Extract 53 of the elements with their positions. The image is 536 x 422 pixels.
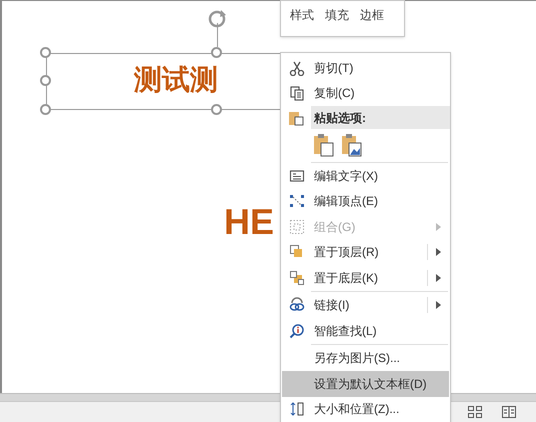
menu-item[interactable]: 置于底层(K) — [282, 265, 449, 290]
menu-item-label: 编辑文字(X) — [313, 168, 379, 185]
menu-item-label: 组合(G) — [313, 218, 356, 236]
clipboard-icon — [288, 110, 304, 126]
menu-item-label: 智能查找(L) — [313, 322, 378, 340]
menu-item-label: 链接(I) — [313, 297, 350, 314]
menu-item[interactable]: 编辑顶点(E) — [282, 188, 449, 214]
menu-item-label: 置于顶层(R) — [313, 244, 380, 262]
menu-item[interactable]: 复制(C) — [282, 80, 449, 106]
resize-handle[interactable] — [40, 47, 51, 58]
paste-options-header: 粘贴选项: — [311, 106, 450, 129]
resize-handle[interactable] — [211, 104, 222, 115]
submenu-arrow-icon — [436, 301, 441, 310]
menu-item[interactable]: 设置为默认文本框(D) — [282, 371, 449, 396]
text-box-icon — [289, 168, 305, 184]
title-text: 测试测 — [134, 62, 218, 98]
reading-view-icon[interactable] — [502, 406, 516, 418]
menu-item-label: 编辑顶点(E) — [313, 193, 379, 210]
menu-item[interactable]: 大小和位置(Z)... — [282, 396, 449, 422]
size-position-icon — [289, 401, 305, 418]
menu-item[interactable]: 智能查找(L) — [282, 318, 449, 344]
toolbar-button[interactable]: 填充 — [325, 7, 349, 23]
group-icon — [289, 218, 305, 235]
menu-item[interactable]: 剪切(T) — [282, 55, 449, 80]
toolbar-button[interactable]: 边框 — [360, 7, 384, 23]
resize-handle[interactable] — [211, 47, 222, 58]
submenu-arrow-icon — [436, 274, 441, 282]
paste-keep-text-icon[interactable] — [313, 133, 335, 157]
send-back-icon — [289, 270, 305, 286]
paste-picture-icon[interactable] — [341, 133, 363, 157]
vertex-points-icon — [289, 193, 305, 210]
menu-item-label: 复制(C) — [313, 85, 356, 102]
resize-handle[interactable] — [40, 75, 51, 86]
menu-item[interactable]: 编辑文字(X) — [282, 163, 449, 188]
copy-icon — [289, 85, 305, 102]
menu-item[interactable]: 置于顶层(R) — [282, 240, 449, 265]
menu-item-label: 置于底层(K) — [313, 270, 379, 287]
menu-item-label: 设置为默认文本框(D) — [313, 376, 428, 393]
body-text: HE — [224, 201, 274, 243]
menu-item-label: 大小和位置(Z)... — [313, 401, 400, 418]
slide-sorter-icon[interactable] — [468, 406, 482, 418]
lookup-icon — [289, 322, 305, 339]
toolbar-button[interactable]: 样式 — [290, 7, 314, 23]
menu-item[interactable]: 另存为图片(S)... — [282, 346, 449, 371]
rotate-handle-icon[interactable] — [207, 9, 227, 29]
scissors-icon — [289, 60, 305, 76]
menu-item[interactable]: 链接(I) — [282, 292, 449, 318]
submenu-arrow-icon — [436, 222, 441, 231]
submenu-arrow-icon — [436, 248, 441, 256]
menu-item-label: 剪切(T) — [313, 60, 354, 77]
menu-item-label: 另存为图片(S)... — [313, 350, 401, 368]
resize-handle[interactable] — [40, 104, 51, 115]
link-icon — [289, 297, 305, 314]
